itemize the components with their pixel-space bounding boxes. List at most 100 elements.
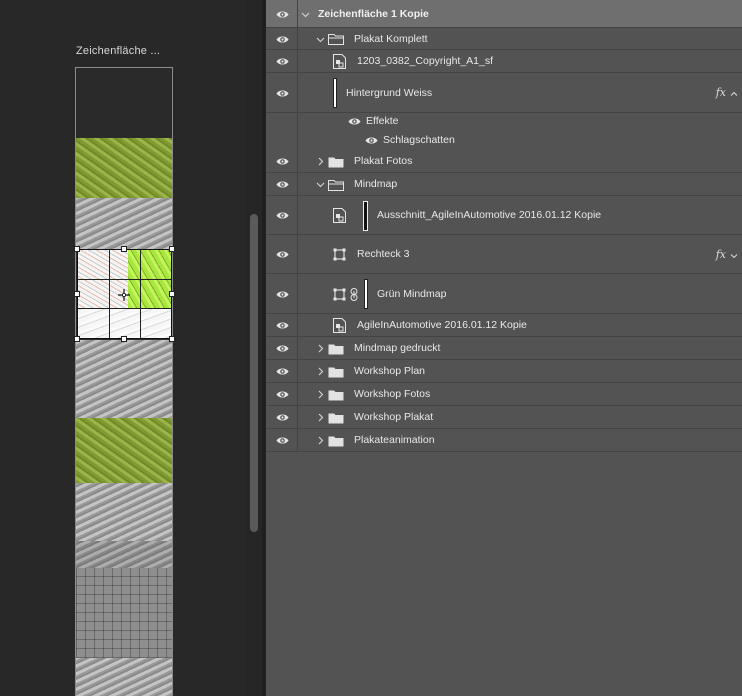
chevron-right-icon[interactable]	[316, 413, 325, 422]
layer-name: AgileInAutomotive 2016.01.12 Kopie	[357, 319, 527, 331]
eye-icon[interactable]	[365, 136, 378, 145]
layer-thumbnail	[333, 78, 337, 108]
chevron-right-icon[interactable]	[316, 157, 325, 166]
layer-1203-0382-copyright[interactable]: 1203_0382_Copyright_A1_sf	[266, 50, 742, 73]
folder-icon	[328, 343, 344, 355]
eye-icon[interactable]	[276, 290, 289, 299]
fx-icon[interactable]: fx	[716, 248, 726, 261]
eye-icon[interactable]	[276, 157, 289, 166]
chevron-down-icon[interactable]	[301, 10, 310, 19]
eye-icon[interactable]	[276, 35, 289, 44]
layer-group-plakat-fotos[interactable]: Plakat Fotos	[266, 150, 742, 173]
layer-gruen-mindmap[interactable]: Grün Mindmap	[266, 274, 742, 314]
eye-icon[interactable]	[276, 10, 289, 19]
layer-name: Mindmap	[354, 178, 398, 190]
eye-icon[interactable]	[276, 180, 289, 189]
transform-handle-top[interactable]	[121, 246, 127, 252]
layer-name: Schlagschatten	[383, 133, 455, 146]
transform-handle-bottom-right[interactable]	[169, 336, 175, 342]
chevron-down-icon[interactable]	[730, 251, 738, 259]
chevron-down-icon[interactable]	[316, 35, 325, 44]
artboard-strip-gray	[76, 198, 172, 250]
link-icon[interactable]	[350, 287, 358, 301]
artboard[interactable]	[75, 67, 173, 696]
chevron-right-icon[interactable]	[316, 436, 325, 445]
transform-gridline	[140, 250, 141, 338]
transform-gridline	[78, 279, 171, 280]
layer-name: Rechteck 3	[357, 248, 410, 260]
layer-ausschnitt-agileinautomotive[interactable]: Ausschnitt_AgileInAutomotive 2016.01.12 …	[266, 196, 742, 235]
layer-group-workshop-fotos[interactable]: Workshop Fotos	[266, 383, 742, 406]
layer-name: 1203_0382_Copyright_A1_sf	[357, 55, 494, 67]
document-canvas[interactable]: Zeichenfläche ...	[0, 0, 258, 696]
eye-icon[interactable]	[276, 367, 289, 376]
chevron-right-icon[interactable]	[316, 367, 325, 376]
folder-icon	[328, 389, 344, 401]
eye-icon[interactable]	[276, 390, 289, 399]
layer-effect-effekte[interactable]: Effekte	[266, 113, 742, 130]
folder-icon	[328, 156, 344, 168]
visibility-column	[266, 235, 298, 273]
chevron-right-icon[interactable]	[316, 344, 325, 353]
eye-icon[interactable]	[276, 436, 289, 445]
layer-group-plakateanimation[interactable]: Plakateanimation	[266, 429, 742, 452]
layer-rechteck-3[interactable]: Rechteck 3 fx	[266, 235, 742, 274]
folder-icon	[328, 179, 344, 191]
transform-handle-top-right[interactable]	[169, 246, 175, 252]
artboard-strip-grid	[76, 568, 172, 658]
layer-effect-schlagschatten[interactable]: Schlagschatten	[266, 130, 742, 150]
layer-name: Plakat Fotos	[354, 155, 413, 167]
layer-name: Workshop Fotos	[354, 388, 431, 400]
eye-icon[interactable]	[276, 89, 289, 98]
fx-icon[interactable]: fx	[716, 86, 726, 99]
eye-icon[interactable]	[276, 57, 289, 66]
transform-handle-bottom-left[interactable]	[74, 336, 80, 342]
transform-handle-right[interactable]	[169, 291, 175, 297]
visibility-column	[266, 314, 298, 336]
chevron-up-icon[interactable]	[730, 89, 738, 97]
smart-object-icon	[333, 318, 346, 333]
layer-name: Zeichenfläche 1 Kopie	[318, 7, 429, 20]
visibility-column	[266, 360, 298, 382]
layer-agileinautomotive-kopie[interactable]: AgileInAutomotive 2016.01.12 Kopie	[266, 314, 742, 337]
layer-name: Ausschnitt_AgileInAutomotive 2016.01.12 …	[377, 209, 602, 221]
artboard-strip-gray	[76, 340, 172, 418]
layer-name: Hintergrund Weiss	[346, 86, 433, 99]
transform-handle-bottom[interactable]	[121, 336, 127, 342]
visibility-column	[266, 196, 298, 234]
layer-group-workshop-plan[interactable]: Workshop Plan	[266, 360, 742, 383]
transform-handle-top-left[interactable]	[74, 246, 80, 252]
artboard-strip-gray	[76, 541, 172, 568]
visibility-column	[266, 406, 298, 428]
layer-name: Workshop Plakat	[354, 411, 434, 423]
layer-group-workshop-plakat[interactable]: Workshop Plakat	[266, 406, 742, 429]
smart-object-icon	[333, 208, 346, 223]
layer-name: Plakat Komplett	[354, 32, 428, 45]
eye-icon[interactable]	[276, 321, 289, 330]
visibility-column	[266, 113, 298, 130]
layer-group-mindmap[interactable]: Mindmap	[266, 173, 742, 196]
visibility-column	[266, 0, 298, 27]
layer-hintergrund-weiss[interactable]: Hintergrund Weiss fx	[266, 73, 742, 113]
eye-icon[interactable]	[276, 344, 289, 353]
layer-group-plakat-komplett[interactable]: Plakat Komplett	[266, 28, 742, 50]
folder-icon	[328, 435, 344, 447]
visibility-column	[266, 383, 298, 405]
smart-object-icon	[333, 54, 346, 69]
artboard-strip-gray	[76, 658, 172, 696]
chevron-down-icon[interactable]	[316, 180, 325, 189]
chevron-right-icon[interactable]	[316, 390, 325, 399]
artboard-label[interactable]: Zeichenfläche ...	[76, 45, 160, 57]
artboard-strip-green	[76, 418, 172, 483]
layer-group-mindmap-gedruckt[interactable]: Mindmap gedruckt	[266, 337, 742, 360]
eye-icon[interactable]	[276, 250, 289, 259]
eye-icon[interactable]	[348, 117, 361, 126]
shape-layer-icon	[333, 248, 346, 261]
eye-icon[interactable]	[276, 413, 289, 422]
layer-group-zeichenflaeche-1-kopie[interactable]: Zeichenfläche 1 Kopie	[266, 0, 742, 28]
artboard-strip-gray	[76, 483, 172, 541]
eye-icon[interactable]	[276, 211, 289, 220]
transform-handle-left[interactable]	[74, 291, 80, 297]
canvas-scrollbar-thumb[interactable]	[250, 214, 258, 532]
layer-name: Plakateanimation	[354, 434, 435, 446]
